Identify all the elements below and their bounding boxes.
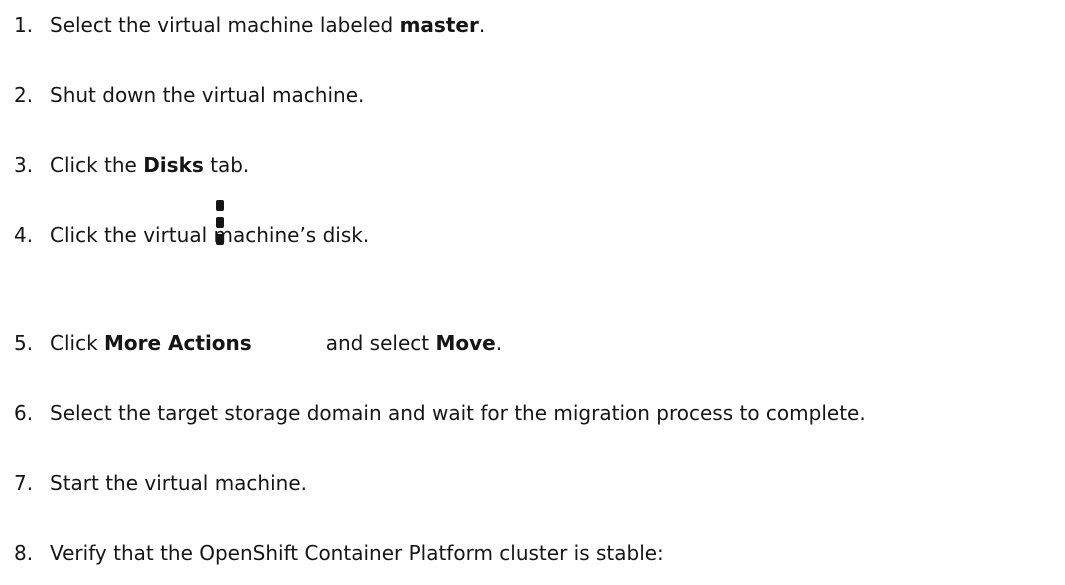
- step-number: 3.: [14, 153, 34, 177]
- step-text-end: tab.: [203, 153, 250, 177]
- step-text: Select the virtual machine labeled: [50, 13, 400, 37]
- step-number: 6.: [14, 401, 34, 425]
- step-text: Shut down the virtual machine.: [50, 83, 365, 107]
- step-text: Start the virtual machine.: [50, 471, 308, 495]
- procedure-steps: 1. Select the virtual machine labeled mas…: [0, 0, 1065, 585]
- step-text: Click: [50, 331, 105, 355]
- step-text: Click the: [50, 153, 144, 177]
- step-number: 1.: [14, 13, 34, 37]
- step-5: 5. Click More Actions and select Move.: [14, 330, 502, 356]
- step-text: Verify that the OpenShift Container Plat…: [50, 541, 664, 565]
- step-4: 4. Click the virtual machine’s disk.: [14, 222, 369, 248]
- step-text: Click the virtual machine’s disk.: [50, 223, 370, 247]
- step-1: 1. Select the virtual machine labeled mas…: [14, 12, 485, 38]
- step-3: 3. Click the Disks tab.: [14, 152, 249, 178]
- step-number: 5.: [14, 331, 34, 355]
- step-text: Select the target storage domain and wai…: [50, 401, 866, 425]
- step-number: 8.: [14, 541, 34, 565]
- step-number: 2.: [14, 83, 34, 107]
- step-7: 7. Start the virtual machine.: [14, 470, 307, 496]
- step-emphasis: More Actions: [104, 331, 252, 355]
- step-emphasis: Disks: [143, 153, 204, 177]
- step-number: 7.: [14, 471, 34, 495]
- step-emphasis: master: [399, 13, 479, 37]
- step-text-end: .: [478, 13, 486, 37]
- step-6: 6. Select the target storage domain and w…: [14, 400, 866, 426]
- step-text-middle: and select: [325, 331, 436, 355]
- step-8: 8. Verify that the OpenShift Container Pl…: [14, 540, 664, 566]
- step-text-end: .: [495, 331, 503, 355]
- step-2: 2. Shut down the virtual machine.: [14, 82, 364, 108]
- step-number: 4.: [14, 223, 34, 247]
- step-emphasis-2: Move: [435, 331, 496, 355]
- kebab-icon: [216, 200, 226, 246]
